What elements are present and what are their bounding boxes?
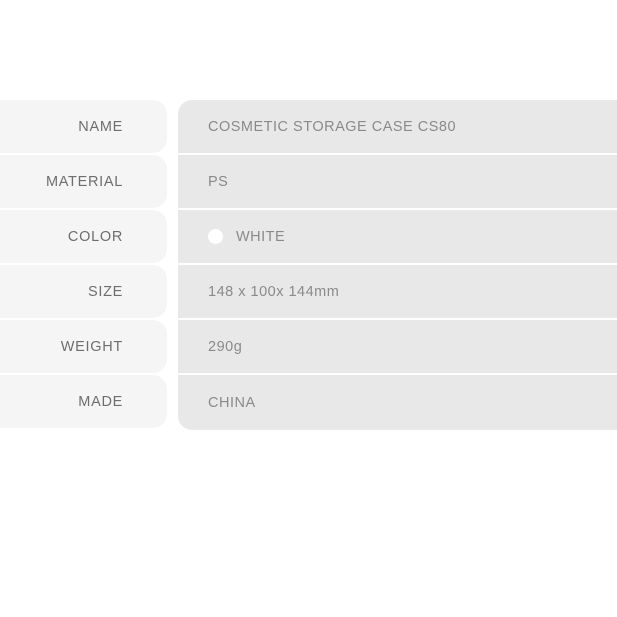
spec-row-size: SIZE 148 x 100x 144mm xyxy=(0,265,617,318)
spec-label-cell: COLOR xyxy=(0,210,167,263)
spec-value-text: PS xyxy=(208,173,229,190)
spec-row-made: MADE CHINA xyxy=(0,375,617,430)
spec-label-text: NAME xyxy=(78,118,123,135)
spec-value-cell: COSMETIC STORAGE CASE CS80 xyxy=(178,100,617,153)
spec-label-cell: SIZE xyxy=(0,265,167,318)
spec-value-text: WHITE xyxy=(236,228,286,245)
spec-value-cell: WHITE xyxy=(178,210,617,263)
spec-value-cell: CHINA xyxy=(178,375,617,430)
spec-label-text: SIZE xyxy=(87,283,123,300)
spec-value-cell: 290g xyxy=(178,320,617,373)
spec-row-material: MATERIAL PS xyxy=(0,155,617,208)
spec-value-text: COSMETIC STORAGE CASE CS80 xyxy=(208,118,457,135)
color-swatch-icon xyxy=(208,229,223,244)
spec-row-color: COLOR WHITE xyxy=(0,210,617,263)
spec-label-text: WEIGHT xyxy=(60,338,123,355)
spec-label-cell: NAME xyxy=(0,100,167,153)
spec-value-cell: 148 x 100x 144mm xyxy=(178,265,617,318)
spec-label-cell: WEIGHT xyxy=(0,320,167,373)
spec-value-text: 290g xyxy=(208,338,243,355)
spec-label-text: MATERIAL xyxy=(45,173,123,190)
spec-label-cell: MATERIAL xyxy=(0,155,167,208)
spec-value-text: CHINA xyxy=(208,394,256,411)
spec-value-cell: PS xyxy=(178,155,617,208)
spec-row-name: NAME COSMETIC STORAGE CASE CS80 xyxy=(0,100,617,153)
spec-label-text: MADE xyxy=(78,393,123,410)
spec-row-weight: WEIGHT 290g xyxy=(0,320,617,373)
spec-label-cell: MADE xyxy=(0,375,167,428)
product-spec-table: NAME COSMETIC STORAGE CASE CS80 MATERIAL… xyxy=(0,100,617,430)
spec-value-text: 148 x 100x 144mm xyxy=(208,283,340,300)
spec-label-text: COLOR xyxy=(67,228,123,245)
